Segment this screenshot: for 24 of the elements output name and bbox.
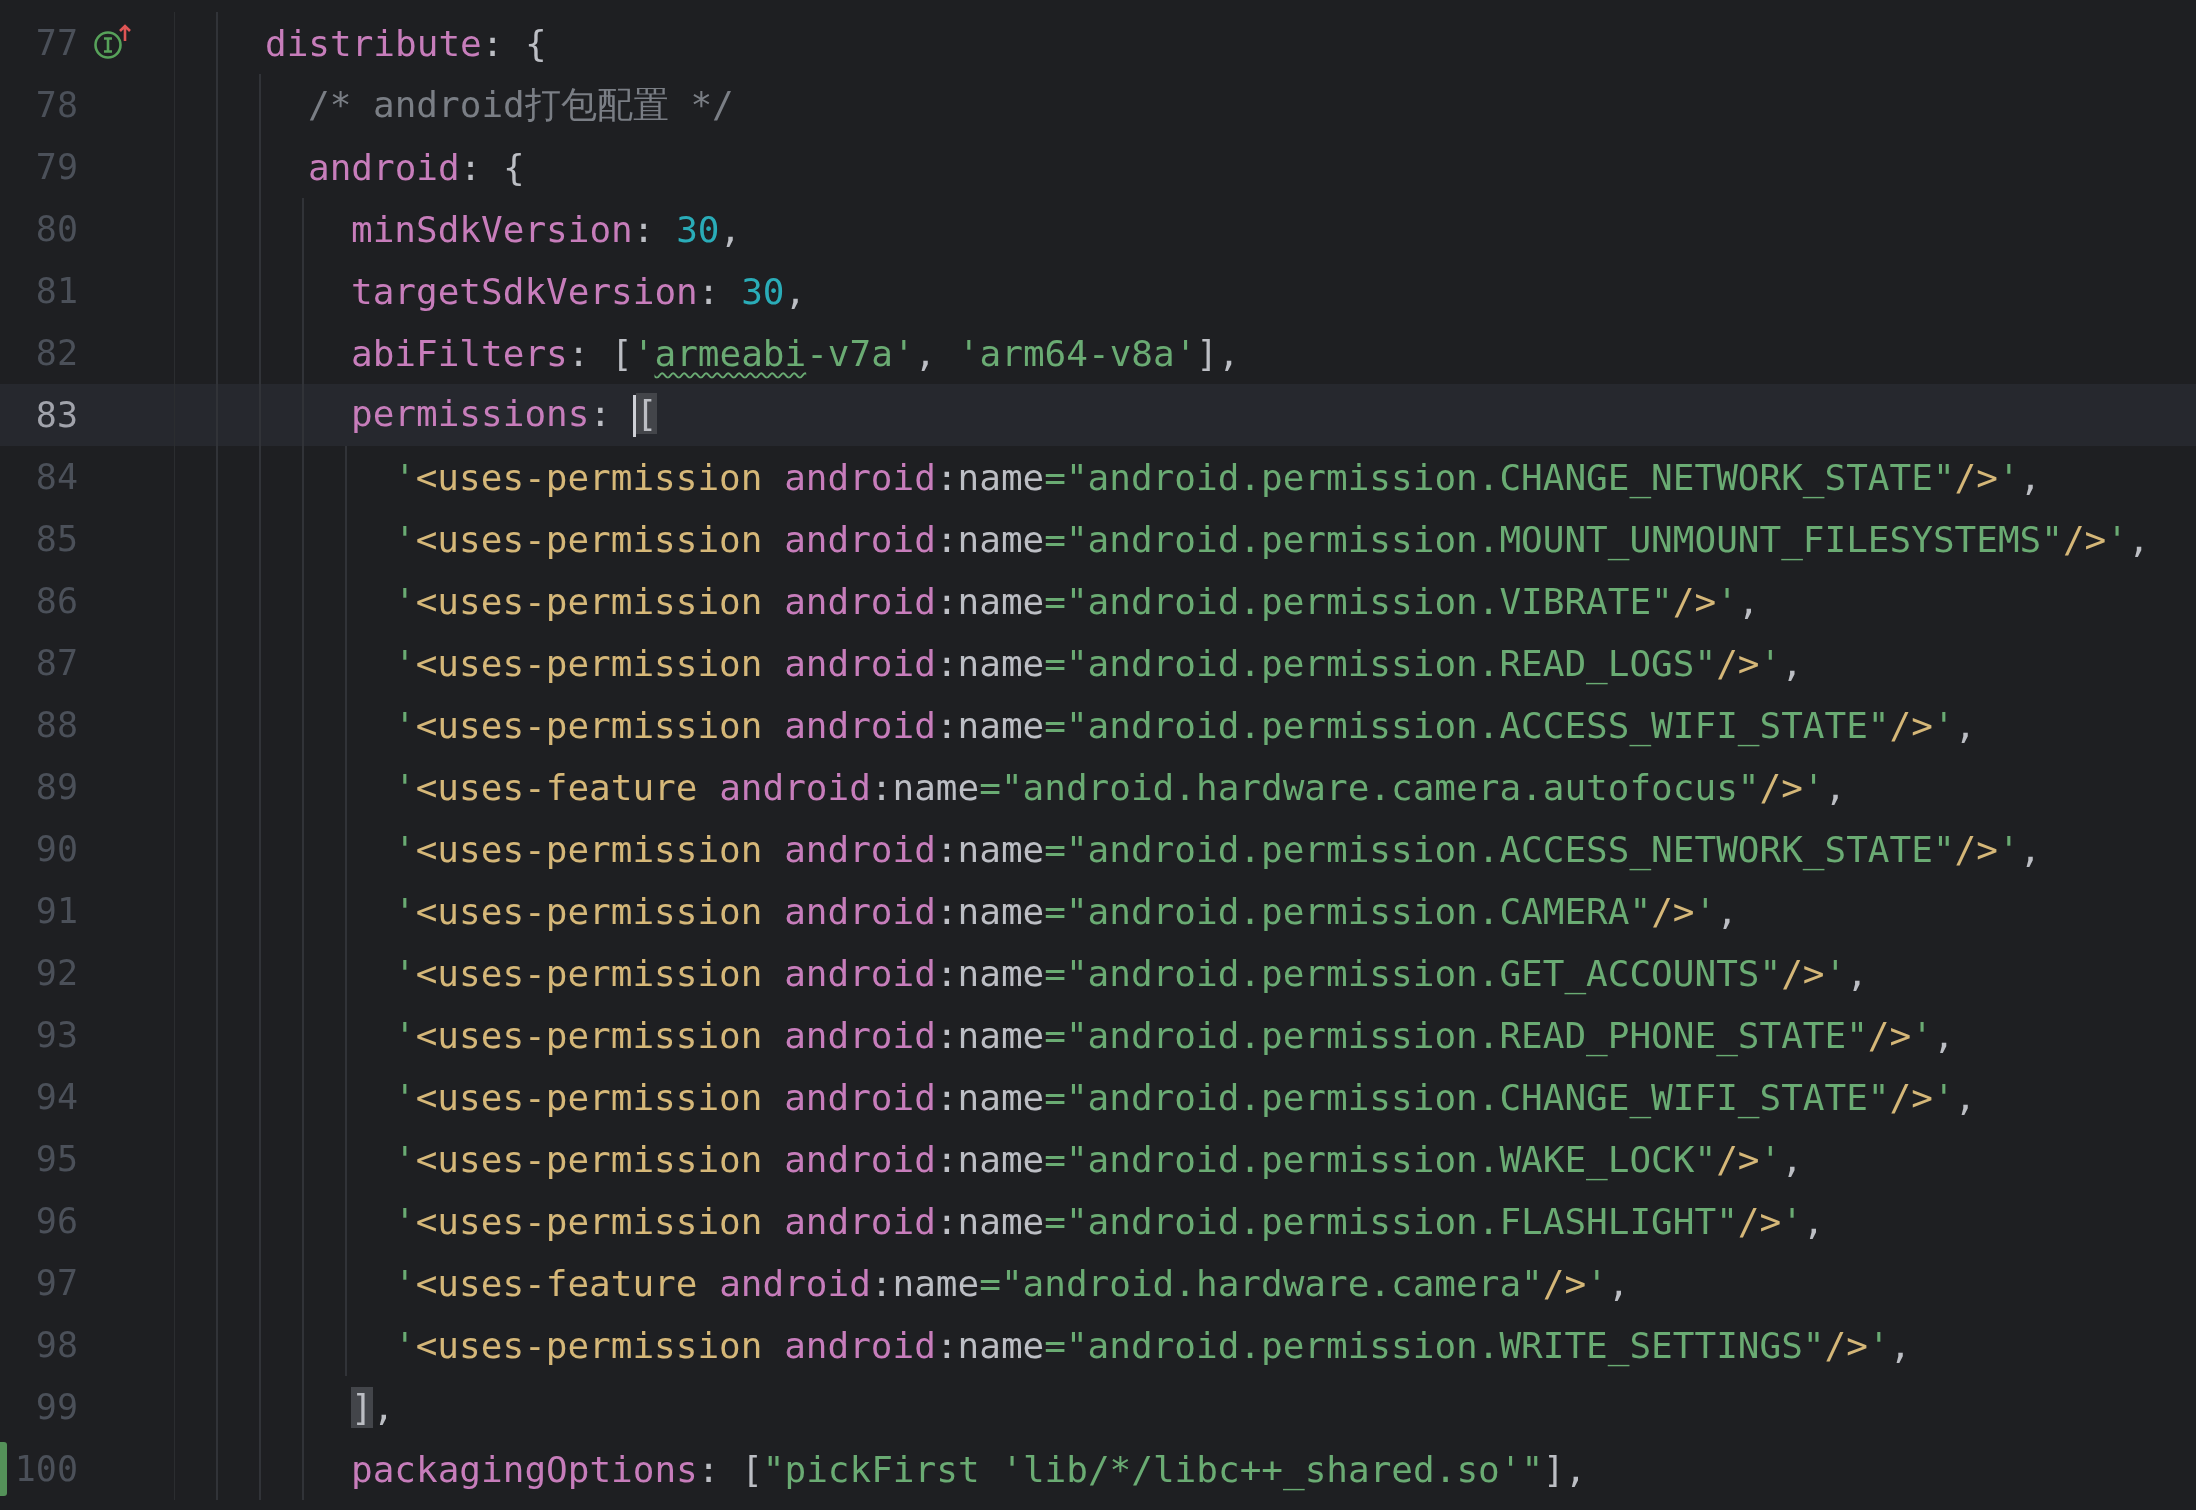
code-line: minSdkVersion: 30, [351, 208, 742, 250]
code-line: '<uses-permission android:name="android.permission.WRITE_SETTINGS"/>', [394, 1324, 1912, 1366]
code-line: '<uses-feature android:name="android.hardware.camera.autofocus"/>', [394, 766, 1847, 808]
code-line: '<uses-permission android:name="android.permission.ACCESS_WIFI_STATE"/>', [394, 704, 1977, 746]
code-line: '<uses-permission android:name="android.permission.CHANGE_NETWORK_STATE"/>', [394, 456, 2042, 498]
code-line: '<uses-feature android:name="android.hardware.camera"/>', [394, 1262, 1630, 1304]
code-line: targetSdkVersion: 30, [351, 270, 807, 312]
code-line: '<uses-permission android:name="android.permission.CAMERA"/>', [394, 890, 1738, 932]
code-line: android: { [308, 146, 525, 188]
code-line: distribute: { [265, 22, 547, 64]
code-line: '<uses-permission android:name="android.permission.READ_LOGS"/>', [394, 642, 1803, 684]
code-line: /* android打包配置 */ [308, 82, 734, 127]
code-line: packagingOptions: ["pickFirst 'lib/*/libc++_shared.so'"], [351, 1448, 1587, 1490]
line-number: 83 [34, 395, 78, 435]
code-line: '<uses-permission android:name="android.permission.VIBRATE"/>', [394, 580, 1760, 622]
code-line: '<uses-permission android:name="android.permission.ACCESS_NETWORK_STATE"/>', [394, 828, 2042, 870]
code-line: '<uses-permission android:name="android.permission.FLASHLIGHT"/>', [394, 1200, 1825, 1242]
code-line: '<uses-permission android:name="android.permission.MOUNT_UNMOUNT_FILESYSTEMS"/>', [394, 518, 2150, 560]
code-line: '<uses-permission android:name="android.permission.CHANGE_WIFI_STATE"/>', [394, 1076, 1977, 1118]
code-line: '<uses-permission android:name="android.permission.WAKE_LOCK"/>', [394, 1138, 1803, 1180]
code-line: '<uses-permission android:name="android.permission.READ_PHONE_STATE"/>', [394, 1014, 1955, 1056]
code-line: '<uses-permission android:name="android.permission.GET_ACCOUNTS"/>', [394, 952, 1868, 994]
code-line: abiFilters: ['armeabi-v7a', 'arm64-v8a'], [351, 332, 1240, 374]
code-line: permissions: [ [351, 393, 658, 437]
